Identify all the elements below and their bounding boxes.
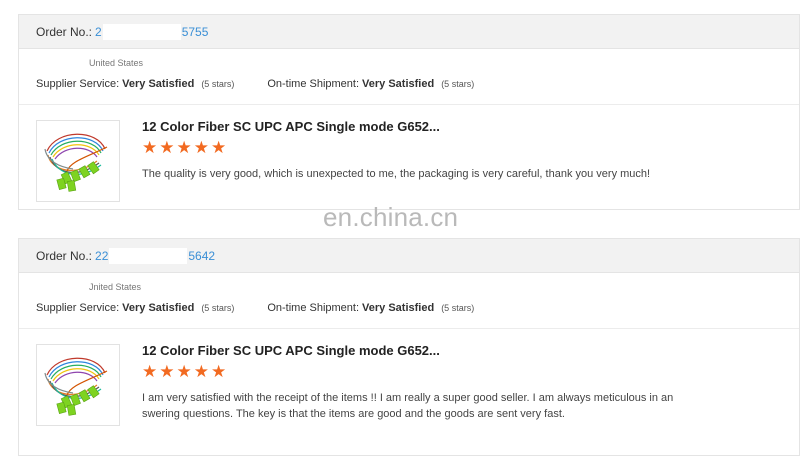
product-thumbnail[interactable] xyxy=(36,344,120,426)
supplier-service-value: Very Satisfied xyxy=(122,302,195,314)
supplier-service-label: Supplier Service: xyxy=(36,78,120,90)
order-label: Order No.: xyxy=(36,24,93,39)
supplier-service-stars: (5 stars) xyxy=(201,79,235,89)
star-icon: ★ xyxy=(193,138,209,157)
fiber-pigtail-image xyxy=(44,133,108,192)
order-number-mask xyxy=(109,247,188,264)
star-icon: ★ xyxy=(142,138,158,157)
order-number-prefix: 22 xyxy=(95,248,109,263)
shipment-label: On-time Shipment: xyxy=(267,78,360,90)
rating-stars: ★ ★ ★ ★ ★ xyxy=(142,139,226,156)
order-number-prefix: 2 xyxy=(95,24,102,39)
order-bar: Order No.: 2 5755 xyxy=(19,15,799,49)
shipment-stars: (5 stars) xyxy=(441,303,475,313)
shipment-label: On-time Shipment: xyxy=(267,302,360,314)
service-ratings: Supplier Service: Very Satisfied (5 star… xyxy=(36,78,474,90)
supplier-service-stars: (5 stars) xyxy=(201,303,235,313)
star-icon: ★ xyxy=(211,362,227,381)
watermark: en.china.cn xyxy=(323,202,459,232)
service-ratings: Supplier Service: Very Satisfied (5 star… xyxy=(36,302,474,314)
fiber-pigtail-image xyxy=(44,357,108,416)
star-icon: ★ xyxy=(193,362,209,381)
shipment-value: Very Satisfied xyxy=(362,78,435,90)
order-number-suffix: 5642 xyxy=(188,248,216,263)
product-title[interactable]: 12 Color Fiber SC UPC APC Single mode G6… xyxy=(142,119,440,134)
order-number-suffix: 5755 xyxy=(181,24,209,39)
order-label: Order No.: xyxy=(36,248,93,263)
product-review: 12 Color Fiber SC UPC APC Single mode G6… xyxy=(19,329,799,429)
star-icon: ★ xyxy=(159,362,175,381)
star-icon: ★ xyxy=(211,138,227,157)
star-icon: ★ xyxy=(159,138,175,157)
supplier-service-label: Supplier Service: xyxy=(36,302,120,314)
supplier-service-value: Very Satisfied xyxy=(122,78,195,90)
review-meta: United States Supplier Service: Very Sat… xyxy=(19,49,799,105)
review-meta: Jnited States Supplier Service: Very Sat… xyxy=(19,273,799,329)
star-icon: ★ xyxy=(142,362,158,381)
order-number[interactable]: 22 5642 xyxy=(95,247,216,264)
shipment-value: Very Satisfied xyxy=(362,302,435,314)
product-review: 12 Color Fiber SC UPC APC Single mode G6… xyxy=(19,105,799,205)
shipment-stars: (5 stars) xyxy=(441,79,475,89)
order-number[interactable]: 2 5755 xyxy=(95,23,209,40)
order-bar: Order No.: 22 5642 xyxy=(19,239,799,273)
star-icon: ★ xyxy=(176,362,192,381)
review-text: I am very satisfied with the receipt of … xyxy=(142,392,674,420)
buyer-country: United States xyxy=(89,58,144,68)
product-title[interactable]: 12 Color Fiber SC UPC APC Single mode G6… xyxy=(142,343,440,358)
review-text: The quality is very good, which is unexp… xyxy=(142,168,651,180)
order-number-mask xyxy=(102,23,181,40)
rating-stars: ★ ★ ★ ★ ★ xyxy=(142,363,226,380)
review-card: Order No.: 22 5642 Jnited States Supplie… xyxy=(18,238,800,456)
buyer-country: Jnited States xyxy=(89,282,142,292)
review-card: Order No.: 2 5755 United States Supplier… xyxy=(18,14,800,210)
product-thumbnail[interactable] xyxy=(36,120,120,202)
star-icon: ★ xyxy=(176,138,192,157)
